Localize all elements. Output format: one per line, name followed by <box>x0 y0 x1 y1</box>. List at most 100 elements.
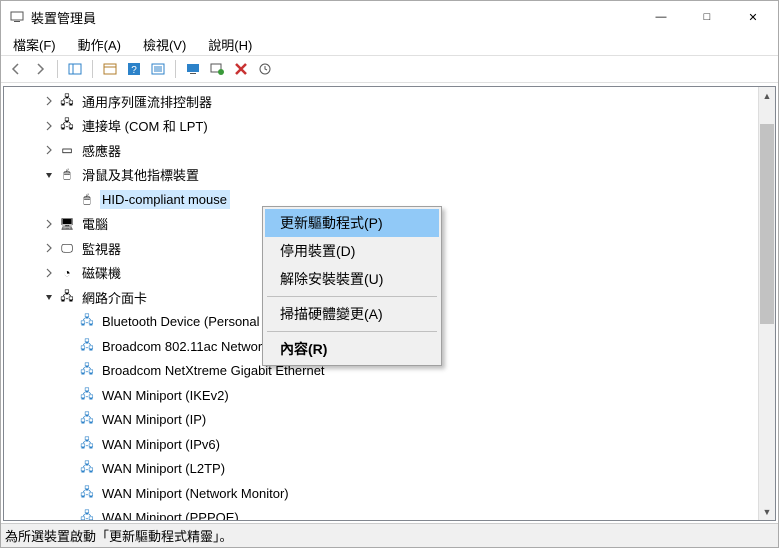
device-icon: 🖵 <box>58 241 76 256</box>
statusbar: 為所選裝置啟動「更新驅動程式精靈」。 <box>1 523 778 547</box>
tree-row[interactable]: 🖧連接埠 (COM 和 LPT) <box>8 114 758 139</box>
tree-row[interactable]: ▭感應器 <box>8 138 758 163</box>
tree-item-label[interactable]: WAN Miniport (L2TP) <box>100 459 228 478</box>
close-button[interactable]: ✕ <box>730 2 776 32</box>
tree-item-label[interactable]: HID-compliant mouse <box>100 190 230 209</box>
expander-spacer <box>62 413 76 427</box>
tree-item-label[interactable]: WAN Miniport (IP) <box>100 410 209 429</box>
toolbar-remove-button[interactable] <box>230 58 252 80</box>
tree-item-label[interactable]: 連接埠 (COM 和 LPT) <box>80 114 211 137</box>
context-separator <box>267 331 437 332</box>
expander-spacer <box>62 486 76 500</box>
toolbar-separator <box>57 60 58 78</box>
expander-spacer <box>62 192 76 206</box>
forward-button[interactable] <box>29 58 51 80</box>
tree-item-label[interactable]: 監視器 <box>80 237 124 260</box>
device-icon: 🖧 <box>58 91 76 112</box>
context-disable-device[interactable]: 停用裝置(D) <box>265 237 439 265</box>
context-properties[interactable]: 內容(R) <box>265 335 439 363</box>
tree-row[interactable]: 🖱 滑鼠及其他指標裝置 <box>8 163 758 188</box>
scroll-track[interactable] <box>759 104 775 503</box>
window-title: 裝置管理員 <box>31 8 638 27</box>
expander-spacer <box>62 437 76 451</box>
device-icon: 🖧 <box>78 507 96 520</box>
tree-item-label[interactable]: WAN Miniport (PPPOE) <box>100 508 242 520</box>
context-menu: 更新驅動程式(P) 停用裝置(D) 解除安裝裝置(U) 掃描硬體變更(A) 內容… <box>262 206 442 366</box>
tree-item-label[interactable]: 網路介面卡 <box>80 286 150 309</box>
device-icon: 🖧 <box>78 458 96 479</box>
context-uninstall-device[interactable]: 解除安裝裝置(U) <box>265 265 439 293</box>
context-scan-hardware[interactable]: 掃描硬體變更(A) <box>265 300 439 328</box>
tree-row[interactable]: 🖧通用序列匯流排控制器 <box>8 89 758 114</box>
device-icon: 🖧 <box>78 336 96 357</box>
device-icon: 🖥 <box>58 217 76 231</box>
scroll-thumb[interactable] <box>760 124 774 324</box>
scroll-down-button[interactable]: ▼ <box>759 503 775 520</box>
toolbar-scan-button[interactable] <box>206 58 228 80</box>
chevron-down-icon[interactable] <box>42 168 56 182</box>
chevron-right-icon[interactable] <box>42 143 56 157</box>
app-icon <box>9 9 25 25</box>
tree-item-label[interactable]: WAN Miniport (IKEv2) <box>100 386 232 405</box>
toolbar-list-button[interactable] <box>147 58 169 80</box>
menu-help[interactable]: 說明(H) <box>202 33 258 56</box>
menubar: 檔案(F) 動作(A) 檢視(V) 說明(H) <box>1 33 778 55</box>
maximize-button[interactable]: □ <box>684 2 730 32</box>
device-icon: 🖧 <box>78 360 96 381</box>
device-icon: 🖧 <box>78 483 96 504</box>
expander-spacer <box>62 315 76 329</box>
toolbar-update-button[interactable] <box>254 58 276 80</box>
menu-action[interactable]: 動作(A) <box>72 33 127 56</box>
toolbar-properties-button[interactable] <box>99 58 121 80</box>
chevron-down-icon[interactable] <box>42 290 56 304</box>
toolbar-panel-button[interactable] <box>64 58 86 80</box>
chevron-right-icon[interactable] <box>42 241 56 255</box>
chevron-right-icon[interactable] <box>42 266 56 280</box>
context-update-driver[interactable]: 更新驅動程式(P) <box>265 209 439 237</box>
svg-text:?: ? <box>131 65 137 76</box>
tree-item-label[interactable]: 通用序列匯流排控制器 <box>80 90 215 113</box>
tree-item-label[interactable]: 電腦 <box>80 212 111 235</box>
minimize-button[interactable]: — <box>638 2 684 32</box>
tree-item-label[interactable]: WAN Miniport (IPv6) <box>100 435 223 454</box>
chevron-right-icon[interactable] <box>42 119 56 133</box>
tree-item-label[interactable]: 感應器 <box>80 139 124 162</box>
tree-row[interactable]: 🖧WAN Miniport (IP) <box>8 408 758 433</box>
menu-file[interactable]: 檔案(F) <box>7 33 62 56</box>
vertical-scrollbar[interactable]: ▲ ▼ <box>758 87 775 520</box>
device-icon: ◔ <box>58 266 76 280</box>
tree-row[interactable]: 🖧WAN Miniport (Network Monitor) <box>8 481 758 506</box>
toolbar-monitor-button[interactable] <box>182 58 204 80</box>
device-icon: 🖱 <box>58 167 76 182</box>
chevron-right-icon[interactable] <box>42 217 56 231</box>
device-icon: 🖧 <box>58 287 76 308</box>
tree-container: 🖧通用序列匯流排控制器🖧連接埠 (COM 和 LPT)▭感應器🖱滑鼠及其他指標裝… <box>3 86 776 521</box>
expander-spacer <box>62 339 76 353</box>
expander-spacer <box>62 462 76 476</box>
toolbar: ? <box>1 55 778 83</box>
tree-row[interactable]: 🖧WAN Miniport (L2TP) <box>8 457 758 482</box>
context-separator <box>267 296 437 297</box>
device-icon: 🖧 <box>78 409 96 430</box>
expander-spacer <box>62 388 76 402</box>
device-icon: 🖧 <box>78 385 96 406</box>
tree-item-label[interactable]: 滑鼠及其他指標裝置 <box>80 163 202 186</box>
window-controls: — □ ✕ <box>638 2 776 32</box>
menu-view[interactable]: 檢視(V) <box>137 33 192 56</box>
device-icon: 🖱 <box>78 192 96 207</box>
tree-row[interactable]: 🖧 WAN Miniport (PPPOE) <box>8 506 758 521</box>
tree-row[interactable]: 🖧WAN Miniport (IPv6) <box>8 432 758 457</box>
scroll-up-button[interactable]: ▲ <box>759 87 775 104</box>
expander-spacer <box>62 511 76 520</box>
tree-item-label[interactable]: 磁碟機 <box>80 261 124 284</box>
back-button[interactable] <box>5 58 27 80</box>
chevron-right-icon[interactable] <box>42 94 56 108</box>
toolbar-help-button[interactable]: ? <box>123 58 145 80</box>
device-icon: 🖧 <box>78 434 96 455</box>
titlebar: 裝置管理員 — □ ✕ <box>1 1 778 33</box>
tree-item-label[interactable]: WAN Miniport (Network Monitor) <box>100 484 292 503</box>
toolbar-separator <box>175 60 176 78</box>
tree-row[interactable]: 🖧WAN Miniport (IKEv2) <box>8 383 758 408</box>
main-area: 🖧通用序列匯流排控制器🖧連接埠 (COM 和 LPT)▭感應器🖱滑鼠及其他指標裝… <box>1 83 778 523</box>
toolbar-separator <box>92 60 93 78</box>
